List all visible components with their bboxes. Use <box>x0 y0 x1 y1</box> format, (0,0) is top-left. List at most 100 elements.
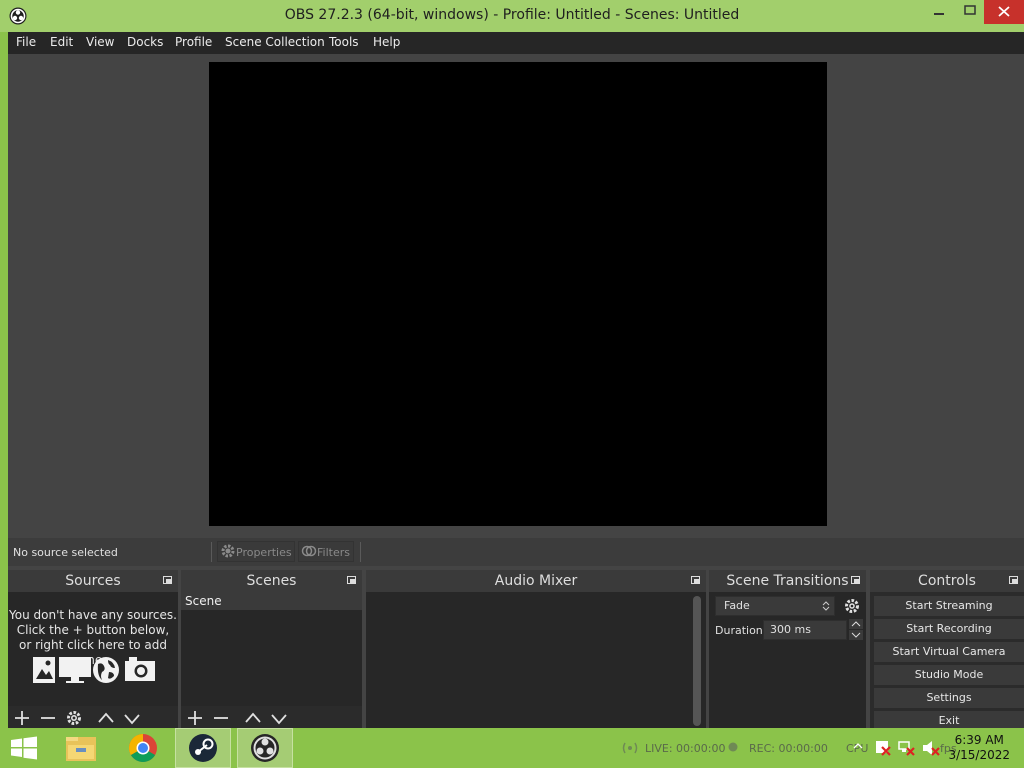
filters-label: Filters <box>317 546 350 559</box>
properties-label: Properties <box>236 546 292 559</box>
taskbar-clock[interactable]: 6:39 AM 3/15/2022 <box>948 733 1010 763</box>
live-signal-icon <box>622 742 638 754</box>
record-dot-icon <box>728 742 738 752</box>
transition-selected: Fade <box>724 599 750 612</box>
spin-arrows-icon[interactable] <box>849 619 863 641</box>
properties-button[interactable]: Properties <box>217 541 295 562</box>
menu-profile[interactable]: Profile <box>175 35 212 49</box>
menu-scene-collection[interactable]: Scene Collection <box>225 35 325 49</box>
move-up-icon[interactable] <box>243 708 263 728</box>
empty-line: Click the + button below, <box>16 623 170 637</box>
audio-mixer-area <box>366 592 706 730</box>
maximize-icon <box>964 5 976 15</box>
gear-icon <box>221 544 235 558</box>
menu-help[interactable]: Help <box>373 35 400 49</box>
menu-docks[interactable]: Docks <box>127 35 163 49</box>
scenes-title: Scenes <box>181 570 362 592</box>
display-capture-icon <box>58 656 92 687</box>
undock-icon[interactable] <box>347 576 356 584</box>
scene-transitions-title: Scene Transitions <box>709 570 866 592</box>
duration-value: 300 ms <box>770 623 811 636</box>
preview-canvas[interactable] <box>209 62 827 526</box>
taskbar-steam[interactable] <box>175 728 231 768</box>
remove-scene-icon[interactable] <box>211 708 231 728</box>
add-source-icon[interactable] <box>12 708 32 728</box>
controls-body: Start Streaming Start Recording Start Vi… <box>870 592 1024 731</box>
undock-icon[interactable] <box>851 576 860 584</box>
close-icon <box>998 6 1010 17</box>
start-streaming-button[interactable]: Start Streaming <box>874 596 1024 616</box>
maximize-button[interactable] <box>956 0 984 24</box>
image-icon <box>32 656 56 687</box>
settings-button[interactable]: Settings <box>874 688 1024 708</box>
filter-icon <box>301 545 317 557</box>
controls-dock: Controls Start Streaming Start Recording… <box>870 570 1024 731</box>
clock-date: 3/15/2022 <box>948 748 1010 762</box>
taskbar-file-explorer[interactable] <box>54 728 110 768</box>
transition-select[interactable]: Fade <box>715 596 835 616</box>
minimize-icon <box>934 13 944 15</box>
vertical-scrollbar[interactable] <box>693 596 701 726</box>
title-bar: OBS 27.2.3 (64-bit, windows) - Profile: … <box>0 0 1024 32</box>
start-recording-button[interactable]: Start Recording <box>874 619 1024 639</box>
scenes-toolbar <box>181 706 362 730</box>
steam-icon <box>189 734 217 762</box>
updown-arrow-icon <box>822 601 830 611</box>
move-down-icon[interactable] <box>269 708 289 728</box>
obs-logo-icon <box>251 734 279 762</box>
file-explorer-icon <box>66 737 96 761</box>
menu-bar: File Edit View Docks Profile Scene Colle… <box>8 32 1024 54</box>
empty-line: You don't have any sources. <box>9 608 177 622</box>
obs-main-window: No source selected Properties Filters So… <box>8 54 1024 731</box>
sources-dock: Sources You don't have any sources. Clic… <box>8 570 178 730</box>
menu-view[interactable]: View <box>86 35 114 49</box>
windows-taskbar: LIVE: 00:00:00 REC: 00:00:00 CPU fps 6:3… <box>0 728 1024 768</box>
scenes-dock: Scenes Scene <box>181 570 362 730</box>
sources-title: Sources <box>8 570 178 592</box>
transition-settings-gear-icon[interactable] <box>843 597 861 615</box>
undock-icon[interactable] <box>691 576 700 584</box>
close-button[interactable] <box>984 0 1024 24</box>
scene-transitions-dock: Scene Transitions Fade Duration 300 ms <box>709 570 866 730</box>
start-button[interactable] <box>0 728 48 768</box>
add-scene-icon[interactable] <box>185 708 205 728</box>
start-virtual-camera-button[interactable]: Start Virtual Camera <box>874 642 1024 662</box>
network-disconnected-icon[interactable] <box>898 739 916 757</box>
rec-status: REC: 00:00:00 <box>749 742 828 755</box>
scene-list-item[interactable]: Scene <box>181 592 362 610</box>
sources-toolbar <box>8 706 178 730</box>
taskbar-obs[interactable] <box>237 728 293 768</box>
divider <box>211 542 212 562</box>
windows-logo-icon <box>11 736 37 760</box>
window-title: OBS 27.2.3 (64-bit, windows) - Profile: … <box>284 7 740 23</box>
filters-button[interactable]: Filters <box>298 541 354 562</box>
divider <box>360 542 361 562</box>
tray-app-warning-icon[interactable] <box>874 739 892 757</box>
live-status: LIVE: 00:00:00 <box>645 742 726 755</box>
menu-tools[interactable]: Tools <box>329 35 359 49</box>
browser-globe-icon <box>92 656 120 687</box>
clock-time: 6:39 AM <box>954 733 1004 747</box>
undock-icon[interactable] <box>163 576 172 584</box>
chrome-icon <box>129 734 157 762</box>
volume-muted-icon[interactable] <box>922 739 940 757</box>
studio-mode-button[interactable]: Studio Mode <box>874 665 1024 685</box>
move-up-icon[interactable] <box>96 708 116 728</box>
remove-source-icon[interactable] <box>38 708 58 728</box>
camera-icon <box>124 656 156 685</box>
minimize-button[interactable] <box>922 0 956 24</box>
taskbar-chrome[interactable] <box>115 728 171 768</box>
source-properties-gear-icon[interactable] <box>64 708 84 728</box>
undock-icon[interactable] <box>1009 576 1018 584</box>
no-source-label: No source selected <box>13 546 118 559</box>
tray-overflow-chevron-icon[interactable] <box>852 740 864 752</box>
duration-spinbox[interactable]: 300 ms <box>763 620 847 640</box>
source-context-bar: No source selected Properties Filters <box>8 538 1024 566</box>
move-down-icon[interactable] <box>122 708 142 728</box>
duration-label: Duration <box>715 624 763 637</box>
audio-mixer-dock: Audio Mixer <box>366 570 706 730</box>
scene-transitions-body: Fade Duration 300 ms <box>709 592 866 730</box>
menu-file[interactable]: File <box>16 35 36 49</box>
menu-edit[interactable]: Edit <box>50 35 73 49</box>
audio-mixer-title: Audio Mixer <box>366 570 706 592</box>
